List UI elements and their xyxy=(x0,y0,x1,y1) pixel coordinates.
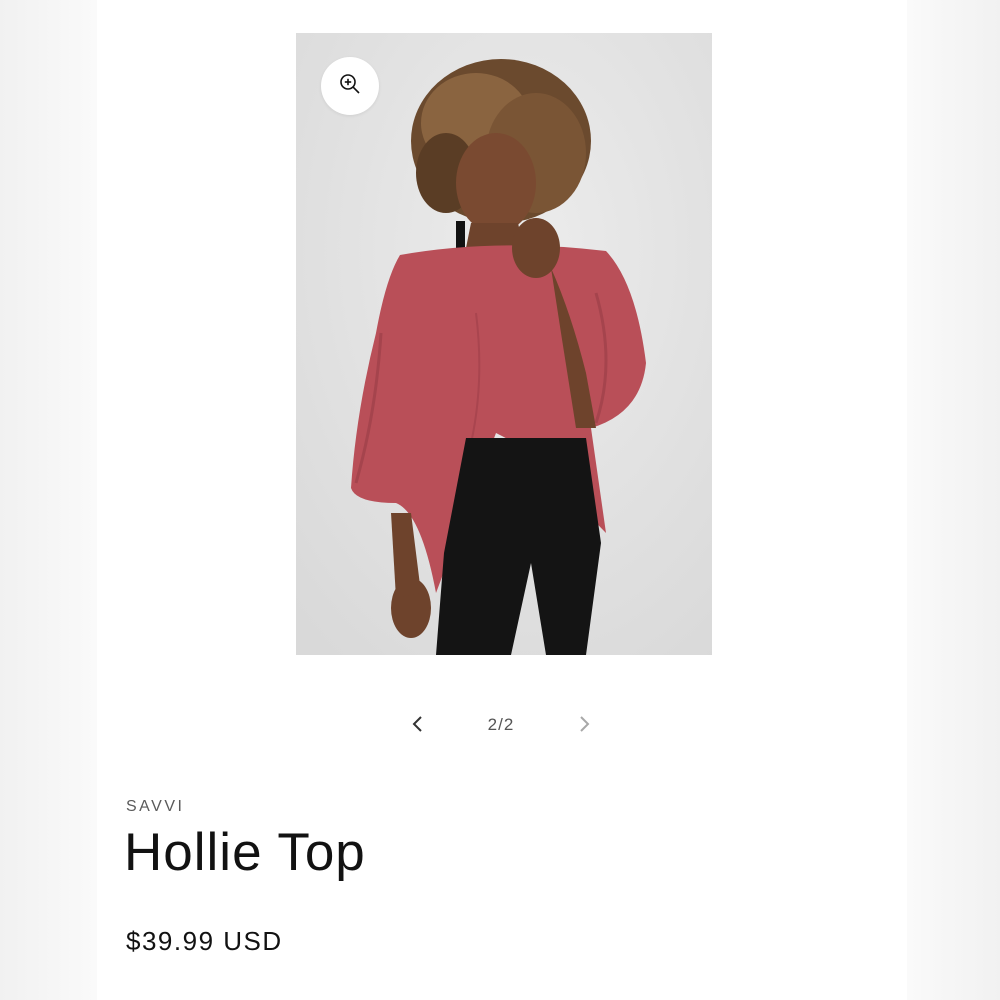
next-slide-button[interactable] xyxy=(562,704,606,748)
previous-slide-button[interactable] xyxy=(396,704,440,748)
product-title: Hollie Top xyxy=(124,823,366,882)
zoom-in-icon xyxy=(338,72,362,101)
product-price: $39.99 USD xyxy=(126,926,283,956)
chevron-left-icon xyxy=(411,714,425,739)
product-image[interactable] xyxy=(296,33,712,655)
page-margin-left xyxy=(0,0,97,1000)
product-vendor: SAVVI xyxy=(126,798,185,815)
product-photo xyxy=(296,33,712,655)
chevron-right-icon xyxy=(577,714,591,739)
slide-counter: 2/2 xyxy=(487,715,515,734)
gallery-pagination: 2/2 xyxy=(396,704,606,748)
zoom-button[interactable] xyxy=(321,57,379,115)
page-margin-right xyxy=(907,0,1000,1000)
